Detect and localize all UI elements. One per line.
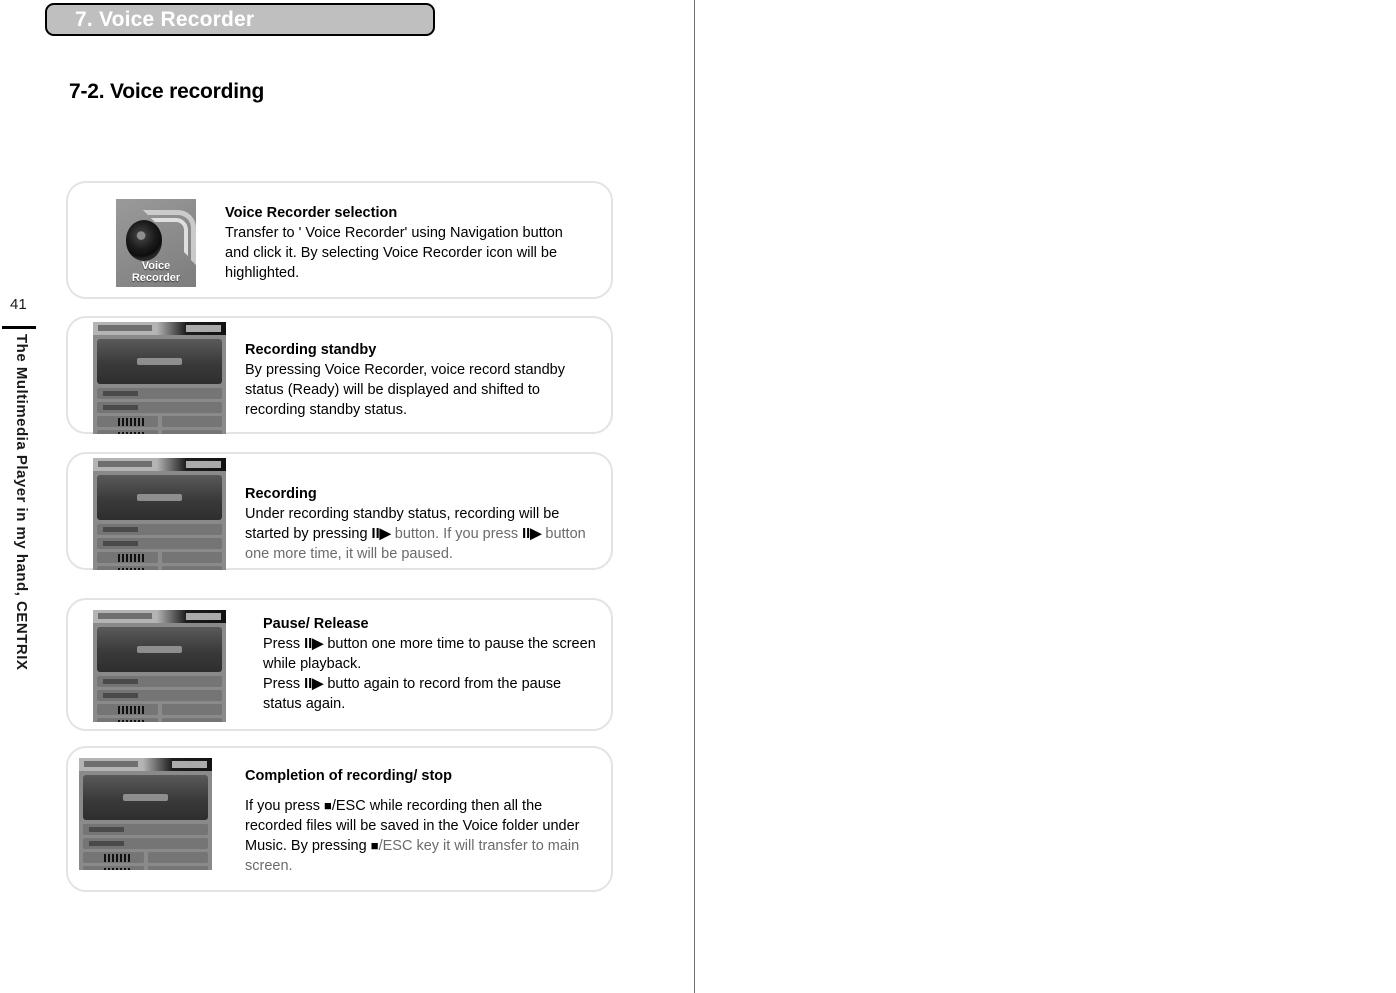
- card-completion-of-recording-stop: Completion of recording/ stop If you pre…: [66, 746, 613, 892]
- card-recording-standby: Recording standby By pressing Voice Reco…: [66, 316, 613, 434]
- device-row-elapsed: [96, 388, 223, 400]
- device-titlebar: [93, 610, 226, 624]
- device-row-elapsed: [96, 676, 223, 688]
- card-line2-pre: Press: [263, 676, 305, 692]
- device-cell-fm: [161, 552, 223, 564]
- device-cell-vol: [82, 866, 144, 870]
- card-pause-release: Pause/ Release Press II▶ button one more…: [66, 598, 613, 731]
- play-pause-glyph-icon-2: II▶: [304, 676, 324, 692]
- device-titlebar: [79, 758, 212, 772]
- device-cell-fm: [161, 416, 223, 428]
- device-screen-recording: [93, 458, 226, 570]
- play-pause-glyph-icon-2: II▶: [522, 526, 542, 542]
- device-info-rows: [96, 676, 223, 702]
- device-info-rows: [82, 824, 209, 850]
- card-line1-pre: Press: [263, 636, 305, 652]
- device-cell-sampling: [161, 718, 223, 722]
- card-body-part1: If you press: [245, 798, 324, 814]
- device-info-rows: [96, 524, 223, 550]
- device-screen-ready: [93, 322, 226, 434]
- device-meter-rows: [82, 852, 209, 866]
- play-pause-glyph-icon: II▶: [371, 526, 391, 542]
- left-page: 7. Voice Recorder 7-2. Voice recording V…: [0, 0, 694, 993]
- device-row-filename: [96, 402, 223, 414]
- section-title-left: 7-2. Voice recording: [69, 80, 265, 103]
- device-meter-rows: [96, 552, 223, 566]
- device-meter-rows-2: [82, 866, 209, 870]
- device-status-panel: [96, 339, 223, 385]
- device-cell-sampling: [147, 866, 209, 870]
- card-body: By pressing Voice Recorder, voice record…: [245, 362, 565, 418]
- device-cell-fm: [147, 852, 209, 864]
- device-cell-sampling: [161, 566, 223, 570]
- card-voice-recorder-selection: Voice Recorder Voice Recorder selection …: [66, 181, 613, 299]
- device-info-rows: [96, 388, 223, 414]
- icon-label-line2: Recorder: [131, 272, 181, 285]
- device-meter-rows: [96, 416, 223, 430]
- device-cell-sampling: [161, 430, 223, 434]
- spine-rule-left: [2, 326, 36, 329]
- device-cell-eq: [96, 552, 158, 564]
- card-heading: Voice Recorder selection: [225, 205, 398, 221]
- card-heading: Completion of recording/ stop: [245, 768, 453, 784]
- device-cell-vol: [96, 718, 158, 722]
- device-screen-recording-stop: [79, 758, 212, 870]
- device-row-elapsed: [82, 824, 209, 836]
- device-meter-rows: [96, 704, 223, 718]
- speaker-icon: [125, 220, 163, 261]
- device-cell-vol: [96, 430, 158, 434]
- spine-text-left: The Multimedia Player in my hand, CENTRI…: [13, 334, 30, 671]
- device-cell-eq: [96, 704, 158, 716]
- device-cell-fm: [161, 704, 223, 716]
- card-text-voice-recorder-selection: Voice Recorder selection Transfer to ' V…: [225, 203, 590, 283]
- card-text-recording-standby: Recording standby By pressing Voice Reco…: [245, 340, 595, 420]
- card-body: Transfer to ' Voice Recorder' using Navi…: [225, 225, 563, 281]
- card-body-part2: button. If you press: [390, 526, 523, 542]
- device-titlebar: [93, 458, 226, 472]
- chapter-header-left: 7. Voice Recorder: [45, 3, 435, 36]
- card-text-recording: Recording Under recording standby status…: [245, 484, 600, 564]
- device-row-filename: [96, 538, 223, 550]
- right-page: 7. Voice Recorder 7-2. Voice recording R…: [695, 0, 1396, 993]
- device-row-elapsed: [96, 524, 223, 536]
- play-pause-glyph-icon: II▶: [304, 636, 324, 652]
- device-screen-recording-pause: [93, 610, 226, 722]
- card-heading: Recording: [245, 486, 317, 502]
- voice-recorder-app-icon: Voice Recorder: [116, 199, 196, 287]
- stop-glyph-icon: ■: [323, 798, 332, 813]
- card-text-completion-of-recording-stop: Completion of recording/ stop If you pre…: [245, 766, 590, 876]
- device-meter-rows-2: [96, 566, 223, 570]
- device-row-filename: [96, 690, 223, 702]
- device-status-panel: [96, 475, 223, 521]
- device-cell-eq: [96, 416, 158, 428]
- card-heading: Pause/ Release: [263, 616, 369, 632]
- device-status-panel: [96, 627, 223, 673]
- card-heading: Recording standby: [245, 342, 377, 358]
- stop-glyph-icon-2: ■: [370, 838, 379, 853]
- card-recording: Recording Under recording standby status…: [66, 452, 613, 570]
- card-text-pause-release: Pause/ Release Press II▶ button one more…: [263, 614, 598, 714]
- device-cell-eq: [82, 852, 144, 864]
- device-titlebar: [93, 322, 226, 336]
- device-cell-vol: [96, 566, 158, 570]
- icon-label-line1: Voice: [141, 260, 171, 273]
- device-meter-rows-2: [96, 718, 223, 722]
- page-number-left: 41: [10, 296, 27, 313]
- voice-recorder-icon-label: Voice Recorder: [116, 260, 196, 284]
- device-row-filename: [82, 838, 209, 850]
- device-meter-rows-2: [96, 430, 223, 434]
- device-status-panel: [82, 775, 209, 821]
